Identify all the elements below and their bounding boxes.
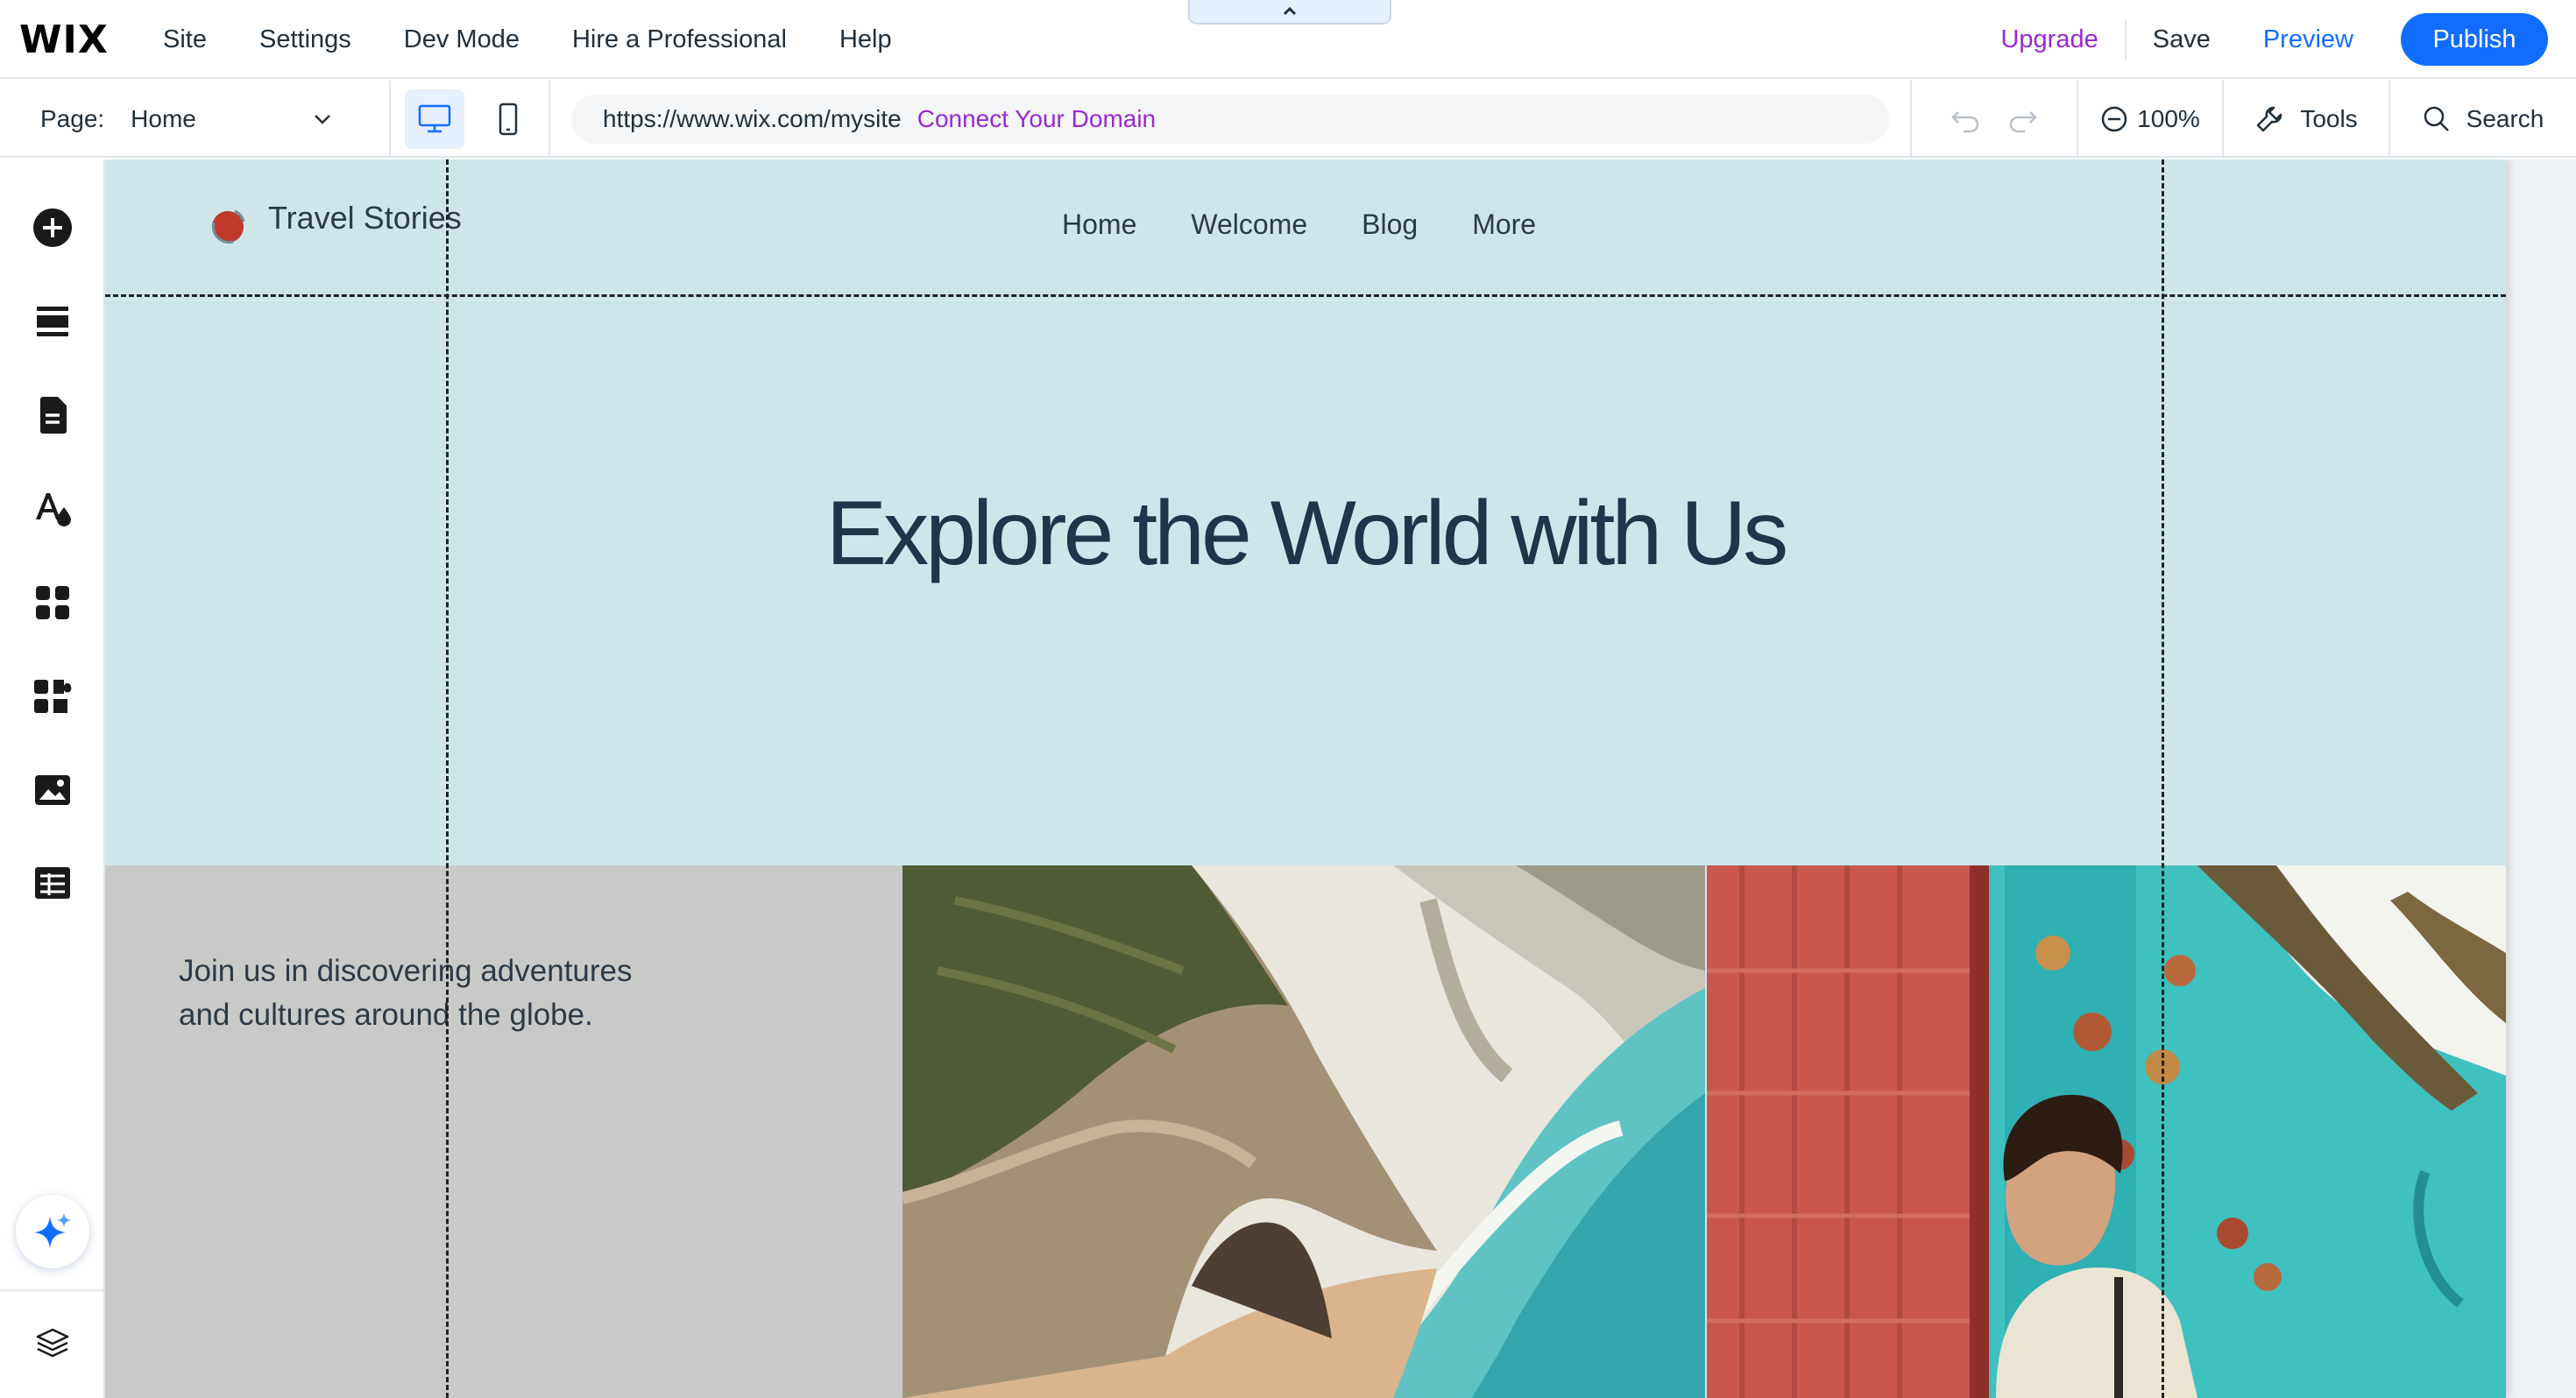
coastal-cliff-image[interactable] xyxy=(902,865,1705,1398)
layers-button[interactable] xyxy=(26,1317,79,1370)
menu-settings[interactable]: Settings xyxy=(259,25,351,54)
left-tool-rail xyxy=(0,159,105,1398)
left-margin-guide xyxy=(446,159,449,1398)
hero-title[interactable]: Explore the World with Us xyxy=(105,482,2506,586)
media-button[interactable] xyxy=(26,764,79,816)
menu-help[interactable]: Help xyxy=(839,25,892,54)
menu-dev-mode[interactable]: Dev Mode xyxy=(404,25,520,54)
site-design-button[interactable] xyxy=(26,482,79,534)
wix-logo[interactable]: WIX xyxy=(19,18,109,62)
sections-icon xyxy=(37,307,68,336)
site-nav-more[interactable]: More xyxy=(1472,208,1536,241)
zoom-out-icon xyxy=(2101,106,2127,132)
site-url: https://www.wix.com/mysite xyxy=(603,105,902,132)
search-icon xyxy=(2424,106,2449,131)
collapse-toolbar-tab[interactable] xyxy=(1188,0,1391,25)
business-apps-icon xyxy=(34,680,72,713)
right-margin-guide xyxy=(2162,159,2164,1398)
business-apps-button[interactable] xyxy=(26,671,79,724)
tools-label: Tools xyxy=(2300,105,2358,132)
site-logo-icon[interactable] xyxy=(209,207,247,245)
redo-icon[interactable] xyxy=(2007,105,2039,133)
top-menu: Site Settings Dev Mode Hire a Profession… xyxy=(163,0,945,79)
site-nav-blog[interactable]: Blog xyxy=(1362,208,1418,241)
search-button[interactable]: Search xyxy=(2390,81,2576,158)
chevron-up-icon xyxy=(1283,6,1297,16)
cms-icon xyxy=(35,867,70,899)
search-label: Search xyxy=(2466,105,2544,132)
site-navigation: Home Welcome Blog More xyxy=(1062,208,1536,241)
intro-text-block[interactable]: Join us in discovering adventures and cu… xyxy=(105,865,902,1398)
page-label: Page: xyxy=(40,105,105,132)
undo-redo-group xyxy=(1910,81,2078,158)
save-button[interactable]: Save xyxy=(2127,25,2263,54)
device-switcher xyxy=(393,81,550,158)
upgrade-link[interactable]: Upgrade xyxy=(2000,25,2124,54)
preview-button[interactable]: Preview xyxy=(2263,25,2401,54)
undo-icon[interactable] xyxy=(1950,105,1981,133)
add-elements-icon xyxy=(33,208,72,247)
wrench-icon xyxy=(2257,106,2282,132)
gallery-section: Join us in discovering adventures and cu… xyxy=(105,865,2506,1398)
menu-hire-professional[interactable]: Hire a Professional xyxy=(572,25,787,54)
add-elements-button[interactable] xyxy=(26,201,79,254)
editor-toolbar: Page: Home https://www.wix.com/mysite Co… xyxy=(0,81,2576,158)
site-nav-welcome[interactable]: Welcome xyxy=(1191,208,1307,241)
sections-button[interactable] xyxy=(26,296,79,349)
connect-domain-link[interactable]: Connect Your Domain xyxy=(917,105,1156,133)
menu-site[interactable]: Site xyxy=(163,25,207,54)
intro-text[interactable]: Join us in discovering adventures and cu… xyxy=(179,950,634,1037)
media-icon xyxy=(35,775,70,805)
pages-icon xyxy=(40,397,67,434)
editor-canvas[interactable]: Travel Stories Home Welcome Blog More Ex… xyxy=(105,159,2576,1398)
street-market-picture xyxy=(1707,865,2506,1398)
site-url-bar: https://www.wix.com/mysite Connect Your … xyxy=(571,95,1889,144)
zoom-level: 100% xyxy=(2137,105,2200,132)
divider xyxy=(0,1289,105,1291)
site-page: Travel Stories Home Welcome Blog More Ex… xyxy=(105,159,2506,1398)
pages-button[interactable] xyxy=(26,389,79,441)
apps-icon xyxy=(36,586,69,619)
cms-button[interactable] xyxy=(26,857,79,909)
site-title[interactable]: Travel Stories xyxy=(268,200,462,237)
layers-icon xyxy=(36,1328,69,1358)
header-boundary-guide xyxy=(105,294,2506,297)
zoom-control[interactable]: 100% xyxy=(2078,81,2224,158)
ai-assistant-button[interactable] xyxy=(16,1195,89,1268)
tools-button[interactable]: Tools xyxy=(2224,81,2390,158)
ai-assistant-icon xyxy=(34,1213,71,1248)
mobile-icon xyxy=(499,102,518,136)
coastal-cliff-picture xyxy=(902,865,1705,1398)
desktop-view-button[interactable] xyxy=(405,89,464,149)
page-selector[interactable]: Page: Home xyxy=(0,81,391,158)
site-design-icon xyxy=(36,493,71,526)
mobile-view-button[interactable] xyxy=(478,89,538,149)
editor-top-bar: WIX Site Settings Dev Mode Hire a Profes… xyxy=(0,0,2576,79)
desktop-icon xyxy=(418,104,451,133)
chevron-down-icon xyxy=(315,115,330,124)
street-market-image[interactable] xyxy=(1707,865,2506,1398)
publish-button[interactable]: Publish xyxy=(2401,13,2548,66)
page-value: Home xyxy=(131,105,196,132)
top-actions: Upgrade Save Preview Publish xyxy=(2000,0,2548,79)
site-nav-home[interactable]: Home xyxy=(1062,208,1136,241)
apps-button[interactable] xyxy=(26,576,79,629)
